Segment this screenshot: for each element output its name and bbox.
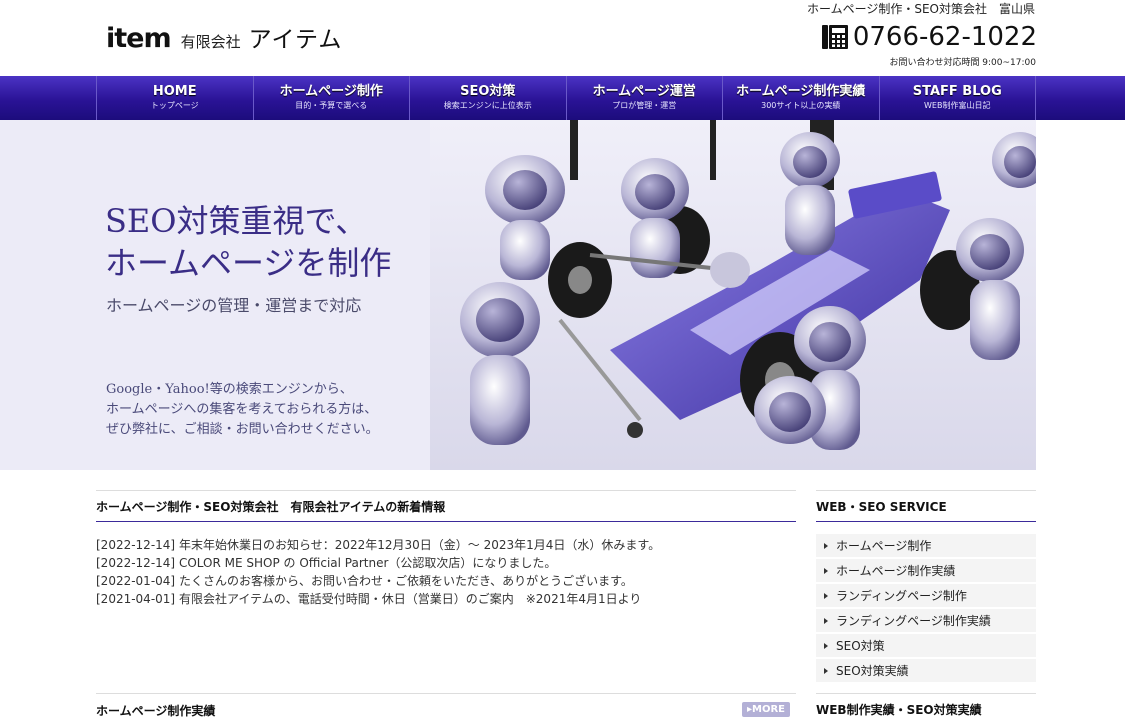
sidebar-item-seo-works[interactable]: SEO対策実績 (816, 659, 1036, 682)
logo-company-type: 有限会社 (180, 33, 241, 51)
news-text: COLOR ME SHOP の Official Partner（公認取次店）に… (178, 556, 557, 570)
nav-label: ホームページ制作実績 (736, 84, 866, 99)
triangle-right-icon (824, 542, 828, 549)
news-date: [2022-01-04] (96, 574, 176, 588)
sidebar-heading-works: WEB制作実績・SEO対策実績 (816, 693, 1036, 722)
hero-robot-pitcrew-image (430, 120, 1036, 470)
news-heading: ホームページ制作・SEO対策会社 有限会社アイテムの新着情報 (96, 490, 796, 522)
nav-item-homepage-production[interactable]: ホームページ制作 目的・予算で選べる (254, 76, 410, 120)
hero-subtitle: ホームページの管理・運営まで対応 (106, 296, 362, 315)
works-heading: ホームページ制作実績 (96, 704, 216, 718)
triangle-right-icon (824, 667, 828, 674)
sidebar-service-list: ホームページ制作 ホームページ制作実績 ランディングページ制作 ランディングペー… (816, 534, 1036, 682)
site-header: item 有限会社 アイテム ホームページ制作・SEO対策会社 富山県 0766… (0, 0, 1125, 76)
nav-item-staff-blog[interactable]: STAFF BLOG WEB制作富山日記 (880, 76, 1036, 120)
news-list: [2022-12-14] 年末年始休業日のお知らせ：2022年12月30日（金）… (96, 536, 796, 608)
sidebar-item-homepage-production[interactable]: ホームページ制作 (816, 534, 1036, 557)
sidebar-item-label: ランディングページ制作 (836, 589, 967, 603)
sidebar-item-label: ホームページ制作実績 (836, 564, 956, 578)
nav-sublabel: トップページ (150, 101, 199, 110)
hero-body-line-2: ホームページへの集客を考えておられる方は、 (106, 402, 378, 417)
sidebar-item-label: SEO対策実績 (836, 664, 909, 678)
hero-right-margin (1036, 120, 1125, 470)
more-button[interactable]: ▸MORE (742, 702, 790, 717)
news-section: ホームページ制作・SEO対策会社 有限会社アイテムの新着情報 [2022-12-… (96, 490, 796, 608)
nav-sublabel: 目的・予算で選べる (295, 101, 368, 110)
logo-company-name: アイテム (248, 27, 343, 53)
triangle-right-icon (824, 642, 828, 649)
phone-number: 0766-62-1022 (852, 22, 1037, 52)
contact-hours: お問い合わせ対応時間 9:00~17:00 (889, 58, 1036, 68)
news-text: 有限会社アイテムの、電話受付時間・休日（営業日）のご案内 ※2021年4月1日よ… (178, 592, 642, 606)
nav-item-seo[interactable]: SEO対策 検索エンジンに上位表示 (410, 76, 567, 120)
nav-bar: HOME トップページ ホームページ制作 目的・予算で選べる SEO対策 検索エ… (96, 76, 1036, 120)
sidebar-item-label: ランディングページ制作実績 (836, 614, 991, 628)
nav-label: ホームページ運営 (592, 84, 696, 99)
nav-item-home[interactable]: HOME トップページ (97, 76, 254, 120)
news-date: [2022-12-14] (96, 538, 176, 552)
nav-item-operation[interactable]: ホームページ運営 プロが管理・運営 (567, 76, 723, 120)
news-item[interactable]: [2022-01-04] たくさんのお客様から、お問い合わせ・ご依頼をいただき、… (96, 572, 796, 590)
news-item[interactable]: [2021-04-01] 有限会社アイテムの、電話受付時間・休日（営業日）のご案… (96, 590, 796, 608)
sidebar-item-landing-page-works[interactable]: ランディングページ制作実績 (816, 609, 1036, 632)
hero-title: SEO対策重視で、 ホームページを制作 (105, 200, 391, 284)
header-tagline: ホームページ制作・SEO対策会社 富山県 (806, 2, 1035, 16)
news-date: [2021-04-01] (96, 592, 176, 606)
nav-label: HOME (152, 84, 197, 99)
sidebar-item-landing-page[interactable]: ランディングページ制作 (816, 584, 1036, 607)
sidebar-item-label: ホームページ制作 (836, 539, 932, 553)
nav-label: STAFF BLOG (912, 84, 1002, 99)
news-text: 年末年始休業日のお知らせ：2022年12月30日（金）〜 2023年1月4日（水… (178, 538, 661, 552)
nav-sublabel: WEB制作富山日記 (924, 101, 991, 110)
news-item[interactable]: [2022-12-14] 年末年始休業日のお知らせ：2022年12月30日（金）… (96, 536, 796, 554)
hero-title-line-2: ホームページを制作 (105, 244, 392, 282)
news-item[interactable]: [2022-12-14] COLOR ME SHOP の Official Pa… (96, 554, 796, 572)
hero-banner: SEO対策重視で、 ホームページを制作 ホームページの管理・運営まで対応 Goo… (0, 120, 1125, 470)
triangle-right-icon (824, 592, 828, 599)
sidebar: WEB・SEO SERVICE ホームページ制作 ホームページ制作実績 ランディ… (816, 490, 1036, 684)
phone-contact[interactable]: 0766-62-1022 (821, 22, 1037, 52)
triangle-right-icon (824, 617, 828, 624)
hero-body: Google・Yahoo!等の検索エンジンから、 ホームページへの集客を考えてお… (106, 380, 379, 440)
triangle-right-icon (824, 567, 828, 574)
sidebar-heading: WEB・SEO SERVICE (816, 490, 1036, 522)
sidebar-item-homepage-works[interactable]: ホームページ制作実績 (816, 559, 1036, 582)
nav-item-works[interactable]: ホームページ制作実績 300サイト以上の実績 (723, 76, 880, 120)
hero-body-line-1: Google・Yahoo!等の検索エンジンから、 (106, 382, 353, 397)
sidebar-item-label: SEO対策 (836, 639, 885, 653)
works-section: ホームページ制作実績 ▸MORE (96, 693, 796, 722)
nav-label: SEO対策 (460, 84, 516, 99)
telephone-icon (821, 25, 848, 49)
logo-mark: item (106, 23, 172, 54)
hero-title-line-1: SEO対策重視で、 (105, 202, 368, 240)
news-text: たくさんのお客様から、お問い合わせ・ご依頼をいただき、ありがとうございます。 (178, 574, 633, 588)
site-logo[interactable]: item 有限会社 アイテム (106, 20, 342, 54)
more-label: MORE (752, 704, 785, 715)
nav-sublabel: プロが管理・運営 (612, 101, 677, 110)
nav-sublabel: 検索エンジンに上位表示 (443, 101, 532, 110)
hero-body-line-3: ぜひ弊社に、ご相談・お問い合わせください。 (106, 422, 379, 437)
nav-label: ホームページ制作 (279, 84, 383, 99)
nav-sublabel: 300サイト以上の実績 (761, 101, 841, 110)
global-nav: HOME トップページ ホームページ制作 目的・予算で選べる SEO対策 検索エ… (0, 76, 1125, 120)
news-date: [2022-12-14] (96, 556, 176, 570)
sidebar-item-seo[interactable]: SEO対策 (816, 634, 1036, 657)
